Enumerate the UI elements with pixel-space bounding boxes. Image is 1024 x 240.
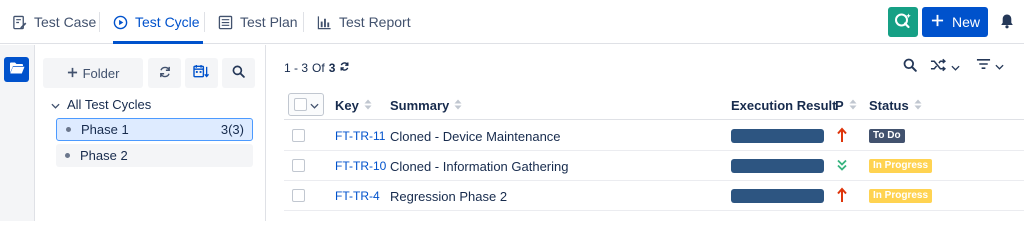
folder-view-button[interactable] bbox=[4, 57, 29, 82]
refresh-icon[interactable] bbox=[339, 61, 350, 75]
column-header-priority[interactable]: P bbox=[835, 98, 857, 113]
filter-menu-button[interactable] bbox=[976, 58, 1004, 73]
row-checkbox[interactable] bbox=[292, 129, 305, 142]
tree-node-label: Phase 2 bbox=[80, 148, 128, 163]
row-key-link[interactable]: FT-TR-10 bbox=[335, 159, 386, 173]
bullet-icon bbox=[65, 153, 70, 158]
table-row[interactable]: FT-TR-10 Cloned - Information Gathering … bbox=[284, 151, 1024, 181]
pager-of: Of bbox=[312, 61, 325, 75]
filter-icon bbox=[976, 58, 991, 73]
column-header-label: Key bbox=[335, 98, 359, 113]
open-folder-icon bbox=[9, 61, 25, 78]
status-badge: In Progress bbox=[869, 189, 933, 203]
column-header-label: Status bbox=[869, 98, 909, 113]
tree-root-all-test-cycles[interactable]: All Test Cycles bbox=[51, 97, 151, 112]
pager-total: 3 bbox=[328, 61, 336, 75]
chevron-down-icon bbox=[995, 58, 1004, 73]
tab-label: Test Case bbox=[34, 14, 97, 30]
refresh-button[interactable] bbox=[148, 58, 181, 88]
notifications-button[interactable] bbox=[1000, 13, 1014, 32]
row-summary: Regression Phase 2 bbox=[390, 189, 508, 204]
chevron-down-icon bbox=[51, 97, 60, 112]
execution-result-bar bbox=[731, 129, 824, 143]
priority-low-icon bbox=[837, 159, 847, 174]
shuffle-icon bbox=[930, 58, 947, 75]
pagination-info: 1 - 3 Of 3 bbox=[284, 61, 350, 75]
table-row[interactable]: FT-TR-11 Cloned - Device Maintenance To … bbox=[284, 121, 1024, 151]
sort-icon bbox=[454, 98, 462, 113]
tab-test-report[interactable]: Test Report bbox=[317, 0, 411, 44]
sort-icon bbox=[849, 98, 857, 113]
tree-node-count: 3(3) bbox=[220, 122, 244, 137]
row-key-link[interactable]: FT-TR-11 bbox=[335, 129, 385, 143]
new-button-label: New bbox=[952, 14, 981, 30]
priority-high-icon bbox=[837, 127, 847, 146]
tab-divider bbox=[303, 12, 304, 32]
quick-search-button[interactable] bbox=[888, 7, 918, 37]
new-button[interactable]: New bbox=[922, 7, 988, 37]
tab-label: Test Cycle bbox=[135, 14, 200, 30]
tab-test-case[interactable]: Test Case bbox=[12, 0, 96, 44]
column-header-summary[interactable]: Summary bbox=[390, 98, 462, 113]
top-nav-bar: Test Case Test Cycle Test Plan Test Repo… bbox=[0, 0, 1024, 44]
status-badge: To Do bbox=[869, 129, 905, 143]
calendar-sort-icon bbox=[193, 64, 210, 82]
table-header: Key Summary Execution Result P Status bbox=[284, 91, 1024, 120]
left-rail bbox=[0, 45, 35, 221]
priority-high-icon bbox=[837, 187, 847, 206]
row-checkbox[interactable] bbox=[292, 159, 305, 172]
search-icon bbox=[903, 58, 917, 75]
quick-search-icon bbox=[893, 11, 913, 34]
pager-range: 1 - 3 bbox=[284, 61, 309, 75]
column-header-execution-result[interactable]: Execution Result bbox=[731, 98, 836, 113]
tree-node-phase-1[interactable]: Phase 1 3(3) bbox=[56, 118, 253, 141]
row-key-link[interactable]: FT-TR-4 bbox=[335, 189, 380, 203]
list-document-icon bbox=[218, 15, 233, 30]
column-header-label: Summary bbox=[390, 98, 450, 113]
folder-tree-panel: Folder All Test Cycles Phase 1 3(3) Phas… bbox=[36, 45, 266, 221]
select-all-checkbox[interactable] bbox=[294, 98, 307, 111]
bar-chart-icon bbox=[317, 15, 332, 30]
sort-icon bbox=[364, 98, 372, 113]
table-search-button[interactable] bbox=[903, 58, 917, 75]
play-circle-icon bbox=[113, 15, 128, 30]
tab-test-cycle[interactable]: Test Cycle bbox=[113, 0, 203, 44]
column-header-label: P bbox=[835, 98, 844, 113]
shuffle-menu-button[interactable] bbox=[930, 58, 960, 75]
plus-icon bbox=[67, 66, 78, 81]
tab-label: Test Plan bbox=[240, 14, 298, 30]
table-row[interactable]: FT-TR-4 Regression Phase 2 In Progress bbox=[284, 181, 1024, 211]
row-checkbox[interactable] bbox=[292, 189, 305, 202]
tree-search-button[interactable] bbox=[222, 58, 255, 88]
column-header-label: Execution Result bbox=[731, 98, 837, 113]
select-all-dropdown[interactable] bbox=[288, 93, 324, 116]
status-badge: In Progress bbox=[869, 159, 933, 173]
tab-divider bbox=[204, 12, 205, 32]
row-summary: Cloned - Device Maintenance bbox=[390, 129, 561, 144]
refresh-icon bbox=[158, 65, 172, 82]
chevron-down-icon bbox=[310, 97, 319, 112]
tab-test-plan[interactable]: Test Plan bbox=[218, 0, 298, 44]
tree-root-label: All Test Cycles bbox=[67, 97, 152, 112]
column-header-key[interactable]: Key bbox=[335, 98, 372, 113]
search-icon bbox=[232, 65, 245, 81]
plus-icon bbox=[931, 14, 944, 30]
chevron-down-icon bbox=[951, 59, 960, 74]
tree-node-label: Phase 1 bbox=[81, 122, 129, 137]
tab-divider bbox=[99, 12, 100, 32]
tab-label: Test Report bbox=[339, 14, 411, 30]
column-header-status[interactable]: Status bbox=[869, 98, 922, 113]
add-folder-button[interactable]: Folder bbox=[43, 58, 143, 88]
bell-icon bbox=[1000, 14, 1014, 32]
tree-node-phase-2[interactable]: Phase 2 bbox=[56, 144, 253, 167]
execution-result-bar bbox=[731, 189, 824, 203]
execution-result-bar bbox=[731, 159, 824, 173]
edit-document-icon bbox=[12, 15, 27, 30]
bullet-icon bbox=[66, 127, 71, 132]
row-summary: Cloned - Information Gathering bbox=[390, 159, 569, 174]
sort-by-date-button[interactable] bbox=[185, 58, 218, 88]
add-folder-label: Folder bbox=[82, 65, 120, 81]
sort-icon bbox=[914, 98, 922, 113]
